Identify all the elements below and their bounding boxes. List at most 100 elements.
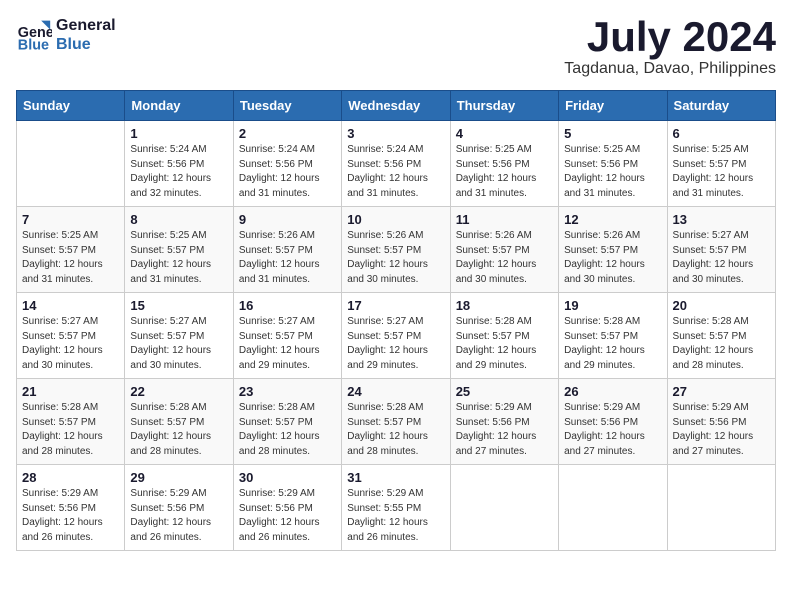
calendar-cell: 15Sunrise: 5:27 AM Sunset: 5:57 PM Dayli… [125,293,233,379]
day-info: Sunrise: 5:29 AM Sunset: 5:55 PM Dayligh… [347,487,444,545]
day-info: Sunrise: 5:28 AM Sunset: 5:57 PM Dayligh… [22,401,119,459]
day-number: 7 [22,212,119,227]
day-number: 20 [673,298,770,313]
calendar-cell: 30 Sunrise: 5:29 AM Sunset: 5:56 PM Dayli… [233,465,341,551]
day-number: 28 [22,470,119,485]
day-number: 30 [239,470,336,485]
calendar-week-row: 21 Sunrise: 5:28 AM Sunset: 5:57 PM Dayli… [17,379,776,465]
calendar-cell: 31 Sunrise: 5:29 AM Sunset: 5:55 PM Dayli… [342,465,450,551]
calendar-cell: 11Sunrise: 5:26 AM Sunset: 5:57 PM Dayli… [450,207,558,293]
day-number: 4 [456,126,553,141]
weekday-header-friday: Friday [559,91,667,121]
calendar-cell: 19 Sunrise: 5:28 AM Sunset: 5:57 PM Dayli… [559,293,667,379]
day-info: Sunrise: 5:25 AM Sunset: 5:57 PM Dayligh… [22,229,119,287]
day-info: Sunrise: 5:28 AM Sunset: 5:57 PM Dayligh… [347,401,444,459]
day-info: Sunrise: 5:29 AM Sunset: 5:56 PM Dayligh… [22,487,119,545]
calendar-cell: 28 Sunrise: 5:29 AM Sunset: 5:56 PM Dayli… [17,465,125,551]
day-info: Sunrise: 5:29 AM Sunset: 5:56 PM Dayligh… [564,401,661,459]
day-info: Sunrise: 5:29 AM Sunset: 5:56 PM Dayligh… [673,401,770,459]
svg-text:Blue: Blue [18,38,49,54]
day-number: 6 [673,126,770,141]
calendar-cell: 5 Sunrise: 5:25 AM Sunset: 5:56 PM Daylig… [559,121,667,207]
day-number: 22 [130,384,227,399]
calendar-cell: 4Sunrise: 5:25 AM Sunset: 5:56 PM Daylig… [450,121,558,207]
calendar-cell: 14Sunrise: 5:27 AM Sunset: 5:57 PM Dayli… [17,293,125,379]
day-number: 27 [673,384,770,399]
calendar-cell: 3 Sunrise: 5:24 AM Sunset: 5:56 PM Daylig… [342,121,450,207]
day-info: Sunrise: 5:27 AM Sunset: 5:57 PM Dayligh… [673,229,770,287]
day-info: Sunrise: 5:27 AM Sunset: 5:57 PM Dayligh… [239,315,336,373]
logo: General Blue General Blue [16,16,116,54]
weekday-header-thursday: Thursday [450,91,558,121]
day-number: 3 [347,126,444,141]
month-title: July 2024 [564,16,776,58]
day-info: Sunrise: 5:25 AM Sunset: 5:57 PM Dayligh… [130,229,227,287]
weekday-header-saturday: Saturday [667,91,775,121]
day-number: 2 [239,126,336,141]
day-info: Sunrise: 5:29 AM Sunset: 5:56 PM Dayligh… [456,401,553,459]
calendar-table: SundayMondayTuesdayWednesdayThursdayFrid… [16,90,776,551]
calendar-cell: 2Sunrise: 5:24 AM Sunset: 5:56 PM Daylig… [233,121,341,207]
day-number: 31 [347,470,444,485]
weekday-header-wednesday: Wednesday [342,91,450,121]
calendar-cell: 13 Sunrise: 5:27 AM Sunset: 5:57 PM Dayli… [667,207,775,293]
calendar-cell: 22 Sunrise: 5:28 AM Sunset: 5:57 PM Dayli… [125,379,233,465]
day-info: Sunrise: 5:24 AM Sunset: 5:56 PM Dayligh… [347,143,444,201]
calendar-cell: 20Sunrise: 5:28 AM Sunset: 5:57 PM Dayli… [667,293,775,379]
calendar-header: SundayMondayTuesdayWednesdayThursdayFrid… [17,91,776,121]
calendar-cell: 21 Sunrise: 5:28 AM Sunset: 5:57 PM Dayli… [17,379,125,465]
day-info: Sunrise: 5:24 AM Sunset: 5:56 PM Dayligh… [130,143,227,201]
day-number: 21 [22,384,119,399]
calendar-week-row: 28 Sunrise: 5:29 AM Sunset: 5:56 PM Dayli… [17,465,776,551]
day-info: Sunrise: 5:28 AM Sunset: 5:57 PM Dayligh… [239,401,336,459]
day-number: 16 [239,298,336,313]
calendar-cell: 6 Sunrise: 5:25 AM Sunset: 5:57 PM Daylig… [667,121,775,207]
day-info: Sunrise: 5:26 AM Sunset: 5:57 PM Dayligh… [347,229,444,287]
subtitle: Tagdanua, Davao, Philippines [564,60,776,78]
calendar-week-row: 1 Sunrise: 5:24 AM Sunset: 5:56 PM Daylig… [17,121,776,207]
day-number: 26 [564,384,661,399]
calendar-cell: 18Sunrise: 5:28 AM Sunset: 5:57 PM Dayli… [450,293,558,379]
day-number: 11 [456,212,553,227]
calendar-cell: 12Sunrise: 5:26 AM Sunset: 5:57 PM Dayli… [559,207,667,293]
calendar-cell: 7 Sunrise: 5:25 AM Sunset: 5:57 PM Daylig… [17,207,125,293]
calendar-cell: 16 Sunrise: 5:27 AM Sunset: 5:57 PM Dayli… [233,293,341,379]
day-number: 18 [456,298,553,313]
calendar-week-row: 7 Sunrise: 5:25 AM Sunset: 5:57 PM Daylig… [17,207,776,293]
calendar-cell: 23 Sunrise: 5:28 AM Sunset: 5:57 PM Dayli… [233,379,341,465]
calendar-cell [450,465,558,551]
calendar-cell [559,465,667,551]
day-number: 13 [673,212,770,227]
day-number: 25 [456,384,553,399]
day-number: 15 [130,298,227,313]
day-info: Sunrise: 5:25 AM Sunset: 5:56 PM Dayligh… [564,143,661,201]
calendar-cell: 24 Sunrise: 5:28 AM Sunset: 5:57 PM Dayli… [342,379,450,465]
day-info: Sunrise: 5:28 AM Sunset: 5:57 PM Dayligh… [130,401,227,459]
calendar-body: 1 Sunrise: 5:24 AM Sunset: 5:56 PM Daylig… [17,121,776,551]
day-number: 19 [564,298,661,313]
weekday-header-monday: Monday [125,91,233,121]
day-info: Sunrise: 5:25 AM Sunset: 5:57 PM Dayligh… [673,143,770,201]
day-number: 24 [347,384,444,399]
calendar-cell: 10 Sunrise: 5:26 AM Sunset: 5:57 PM Dayli… [342,207,450,293]
calendar-cell: 1 Sunrise: 5:24 AM Sunset: 5:56 PM Daylig… [125,121,233,207]
day-info: Sunrise: 5:27 AM Sunset: 5:57 PM Dayligh… [22,315,119,373]
day-number: 29 [130,470,227,485]
day-info: Sunrise: 5:27 AM Sunset: 5:57 PM Dayligh… [347,315,444,373]
day-number: 10 [347,212,444,227]
day-info: Sunrise: 5:29 AM Sunset: 5:56 PM Dayligh… [239,487,336,545]
logo-line1: General [56,16,116,35]
day-number: 5 [564,126,661,141]
weekday-header-sunday: Sunday [17,91,125,121]
day-number: 8 [130,212,227,227]
day-number: 1 [130,126,227,141]
calendar-cell: 26 Sunrise: 5:29 AM Sunset: 5:56 PM Dayli… [559,379,667,465]
logo-line2: Blue [56,35,116,54]
calendar-cell [667,465,775,551]
day-number: 23 [239,384,336,399]
calendar-cell: 25 Sunrise: 5:29 AM Sunset: 5:56 PM Dayli… [450,379,558,465]
title-section: July 2024 Tagdanua, Davao, Philippines [564,16,776,78]
day-info: Sunrise: 5:26 AM Sunset: 5:57 PM Dayligh… [239,229,336,287]
day-info: Sunrise: 5:28 AM Sunset: 5:57 PM Dayligh… [564,315,661,373]
day-number: 12 [564,212,661,227]
